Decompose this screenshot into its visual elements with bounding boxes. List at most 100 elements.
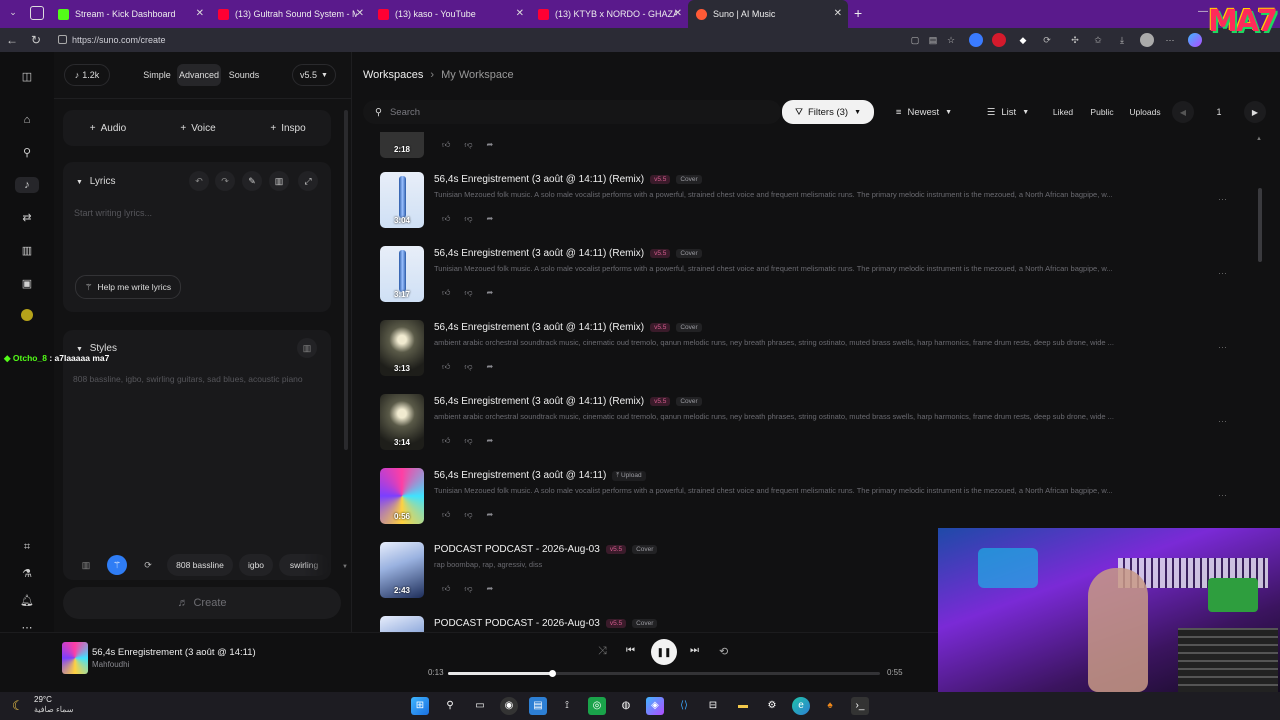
now-playing-title[interactable]: 56,4s Enregistrement (3 août @ 14:11) — [92, 647, 256, 658]
more-menu-icon[interactable]: ⋯ — [1163, 33, 1177, 47]
xbox-icon[interactable]: ◎ — [588, 697, 606, 715]
progress-track[interactable] — [448, 670, 880, 677]
song-thumbnail[interactable]: 2:43 — [380, 542, 424, 598]
style-tag[interactable]: 808 bassline — [167, 554, 233, 576]
edit-icon[interactable]: ✎ — [242, 171, 262, 191]
song-title[interactable]: 56,4s Enregistrement (3 août @ 14:11) — [434, 470, 606, 481]
tab-menu-icon[interactable]: ⌄ — [6, 7, 20, 21]
share-icon[interactable]: ➦ — [487, 436, 508, 445]
add-voice-button[interactable]: + Voice — [168, 117, 228, 139]
more-options-icon[interactable]: ⋯ — [1218, 490, 1227, 501]
settings-icon[interactable]: ⚙ — [763, 697, 781, 715]
url-field[interactable]: https://suno.com/create — [52, 31, 908, 49]
filters-button[interactable]: ⛛ Filters (3) ▼ — [782, 100, 874, 124]
minimize-icon[interactable]: — — [1198, 6, 1208, 17]
scroll-up-icon[interactable]: ▲ — [1256, 136, 1262, 142]
vscode-icon[interactable]: ⟨⟩ — [675, 697, 693, 715]
more-options-icon[interactable]: ⋯ — [1218, 268, 1227, 279]
song-thumbnail[interactable]: 3:04 — [380, 172, 424, 228]
copilot-app-icon[interactable]: ◈ — [646, 697, 664, 715]
network-icon[interactable]: ⟟ — [558, 697, 576, 715]
weather-moon-icon[interactable]: ☾ — [12, 698, 24, 714]
dislike-icon[interactable]: 👎︎ — [464, 288, 486, 297]
shuffle-icon[interactable]: ⤨ — [598, 645, 607, 658]
task-view-icon[interactable]: ▭ — [471, 697, 489, 715]
song-row[interactable]: 3:04 56,4s Enregistrement (3 août @ 14:11… — [380, 172, 1260, 246]
dislike-icon[interactable]: 👎︎ — [464, 510, 486, 519]
song-thumbnail[interactable]: 2:18 — [380, 132, 424, 158]
song-thumbnail[interactable]: 0:56 — [380, 468, 424, 524]
search-icon[interactable]: ⚲ — [19, 145, 35, 161]
back-icon[interactable]: ← — [4, 32, 20, 48]
partial-song-row[interactable]: 2:18 👍︎👎︎➦ — [380, 132, 1260, 158]
share-icon[interactable]: ➦ — [487, 288, 508, 297]
terminal-icon[interactable]: ›_ — [851, 697, 869, 715]
library-icon[interactable]: ▥ — [269, 171, 289, 191]
like-icon[interactable]: 👍︎ — [442, 436, 464, 445]
extension-shield-icon[interactable]: ◆ — [1016, 33, 1030, 47]
edge-icon[interactable]: e — [792, 697, 810, 715]
song-title[interactable]: PODCAST PODCAST - 2026-Aug-03 — [434, 544, 600, 555]
pause-button[interactable]: ❚❚ — [651, 639, 677, 665]
help-write-lyrics-button[interactable]: ⚚ Help me write lyrics — [75, 275, 181, 299]
song-title[interactable]: 56,4s Enregistrement (3 août @ 14:11) (R… — [434, 174, 644, 185]
styles-library-small-icon[interactable]: ▥ — [76, 555, 96, 575]
share-icon[interactable]: ➦ — [487, 140, 508, 149]
list-scrollbar[interactable] — [1258, 188, 1262, 262]
like-icon[interactable]: 👍︎ — [442, 214, 464, 223]
sidebar-toggle-icon[interactable]: ◫ — [19, 69, 35, 85]
favorite-star-icon[interactable]: ☆ — [944, 33, 958, 47]
previous-icon[interactable]: ⏮ — [626, 645, 635, 656]
new-tab-button[interactable]: + — [854, 5, 862, 21]
extension-refresh-icon[interactable]: ⟳ — [1040, 33, 1054, 47]
song-thumbnail[interactable]: 3:14 — [380, 394, 424, 450]
dislike-icon[interactable]: 👎︎ — [464, 584, 486, 593]
song-thumbnail[interactable]: 3:13 — [380, 320, 424, 376]
search-bar[interactable]: ⚲ Search — [363, 100, 781, 124]
tab-youtube-ktyb[interactable]: (13) KTYB x NORDO - GHAZALI (P ✕ — [530, 0, 688, 28]
repeat-icon[interactable]: ⟲ — [719, 645, 728, 658]
filter-chip-public[interactable]: Public — [1086, 100, 1118, 124]
song-row[interactable]: 3:17 56,4s Enregistrement (3 août @ 14:11… — [380, 246, 1260, 320]
more-options-icon[interactable]: ⋯ — [1218, 342, 1227, 353]
add-inspo-button[interactable]: + Inspo — [258, 117, 318, 139]
screenshot-icon[interactable]: ▢ — [908, 33, 922, 47]
close-tab-icon[interactable]: ✕ — [834, 8, 842, 19]
weather-temperature[interactable]: 29°C — [34, 695, 52, 704]
site-info-icon[interactable] — [58, 35, 67, 44]
profile-avatar[interactable] — [21, 309, 33, 321]
folder-icon[interactable]: ▬ — [734, 697, 752, 715]
lyrics-header[interactable]: ▼ Lyrics — [76, 176, 115, 187]
workspaces-icon[interactable] — [30, 6, 44, 20]
obs-icon[interactable]: ◉ — [500, 697, 518, 715]
share-icon[interactable]: ➦ — [487, 510, 508, 519]
style-tag[interactable]: igbo — [239, 554, 273, 576]
page-number[interactable]: 1 — [1204, 101, 1234, 123]
song-title[interactable]: 56,4s Enregistrement (3 août @ 14:11) (R… — [434, 396, 644, 407]
home-icon[interactable]: ⌂ — [19, 112, 35, 128]
next-icon[interactable]: ⏭ — [690, 645, 699, 656]
scroll-down-icon[interactable]: ▼ — [342, 564, 348, 570]
sort-select[interactable]: ≡ Newest ▼ — [886, 100, 962, 124]
styles-library-icon[interactable]: ▥ — [297, 338, 317, 358]
more-options-icon[interactable]: ⋯ — [1218, 194, 1227, 205]
notifications-icon[interactable]: 🔔︎ — [19, 593, 35, 609]
reload-icon[interactable]: ↻ — [28, 32, 44, 48]
add-audio-button[interactable]: + Audio — [78, 117, 138, 139]
breadcrumb-root[interactable]: Workspaces — [363, 69, 423, 81]
extension-red-icon[interactable] — [992, 33, 1006, 47]
now-playing-cover[interactable] — [62, 642, 88, 674]
style-tag[interactable]: swirling — [279, 554, 329, 576]
close-tab-icon[interactable]: ✕ — [196, 8, 204, 19]
song-row[interactable]: 3:14 56,4s Enregistrement (3 août @ 14:11… — [380, 394, 1260, 468]
search-input[interactable]: Search — [390, 107, 420, 118]
fl-studio-icon[interactable]: ♠ — [821, 697, 839, 715]
share-icon[interactable]: ➦ — [487, 584, 508, 593]
model-select[interactable]: v5.5 ▼ — [292, 64, 336, 86]
song-title[interactable]: PODCAST PODCAST - 2026-Aug-03 — [434, 618, 600, 629]
dislike-icon[interactable]: 👎︎ — [464, 214, 486, 223]
mode-advanced-tab[interactable]: Advanced — [177, 64, 221, 86]
more-options-icon[interactable]: ⋯ — [1218, 416, 1227, 427]
create-button[interactable]: ♬ Create — [63, 587, 341, 619]
mode-sounds-tab[interactable]: Sounds — [224, 64, 264, 86]
